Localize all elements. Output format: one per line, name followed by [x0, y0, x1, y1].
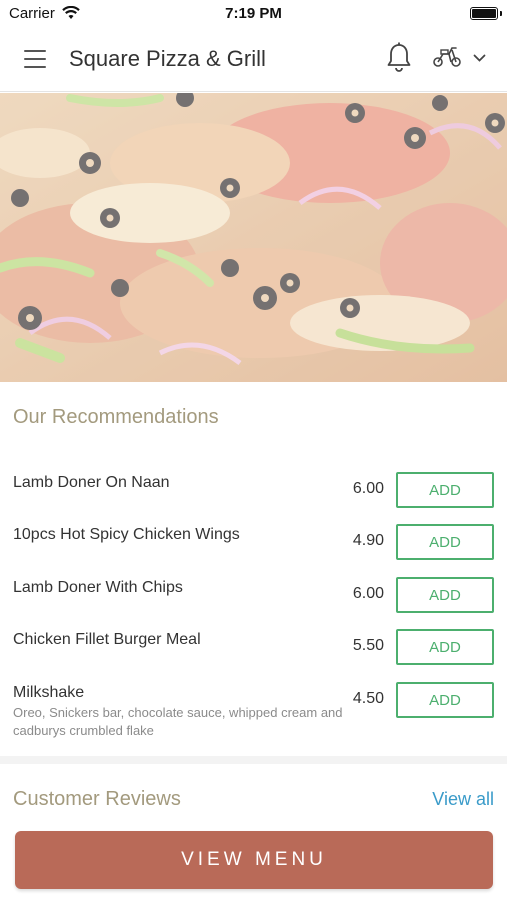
app-header: Square Pizza & Grill — [0, 28, 507, 92]
chevron-down-icon[interactable] — [473, 54, 486, 63]
item-name: Lamb Doner On Naan — [13, 474, 170, 491]
item-price: 6.00 — [352, 480, 384, 497]
hero-pizza-image — [0, 93, 507, 382]
add-button[interactable]: ADD — [396, 472, 494, 508]
battery-nub — [500, 11, 502, 16]
add-button[interactable]: ADD — [396, 629, 494, 665]
view-menu-button[interactable]: VIEW MENU — [15, 831, 493, 889]
scooter-icon[interactable] — [432, 46, 462, 68]
item-name: Lamb Doner With Chips — [13, 579, 183, 596]
battery-icon — [470, 7, 498, 20]
restaurant-title: Square Pizza & Grill — [69, 46, 266, 71]
view-all-link[interactable]: View all — [432, 789, 494, 810]
status-time: 7:19 PM — [225, 5, 282, 22]
item-description: Oreo, Snickers bar, chocolate sauce, whi… — [13, 705, 343, 738]
item-price: 4.90 — [352, 532, 384, 549]
add-button[interactable]: ADD — [396, 682, 494, 718]
item-price: 6.00 — [352, 585, 384, 602]
bell-icon[interactable] — [386, 42, 412, 74]
item-name: Milkshake — [13, 684, 85, 701]
item-name: Chicken Fillet Burger Meal — [13, 631, 201, 648]
menu-icon[interactable] — [24, 50, 46, 68]
item-price: 4.50 — [352, 690, 384, 707]
recommendations-title: Our Recommendations — [13, 406, 219, 428]
item-name: 10pcs Hot Spicy Chicken Wings — [13, 526, 240, 543]
add-button[interactable]: ADD — [396, 577, 494, 613]
section-divider — [0, 756, 507, 764]
add-button[interactable]: ADD — [396, 524, 494, 560]
item-price: 5.50 — [352, 637, 384, 654]
status-bar: Carrier 7:19 PM — [0, 0, 507, 28]
reviews-title: Customer Reviews — [13, 788, 181, 810]
